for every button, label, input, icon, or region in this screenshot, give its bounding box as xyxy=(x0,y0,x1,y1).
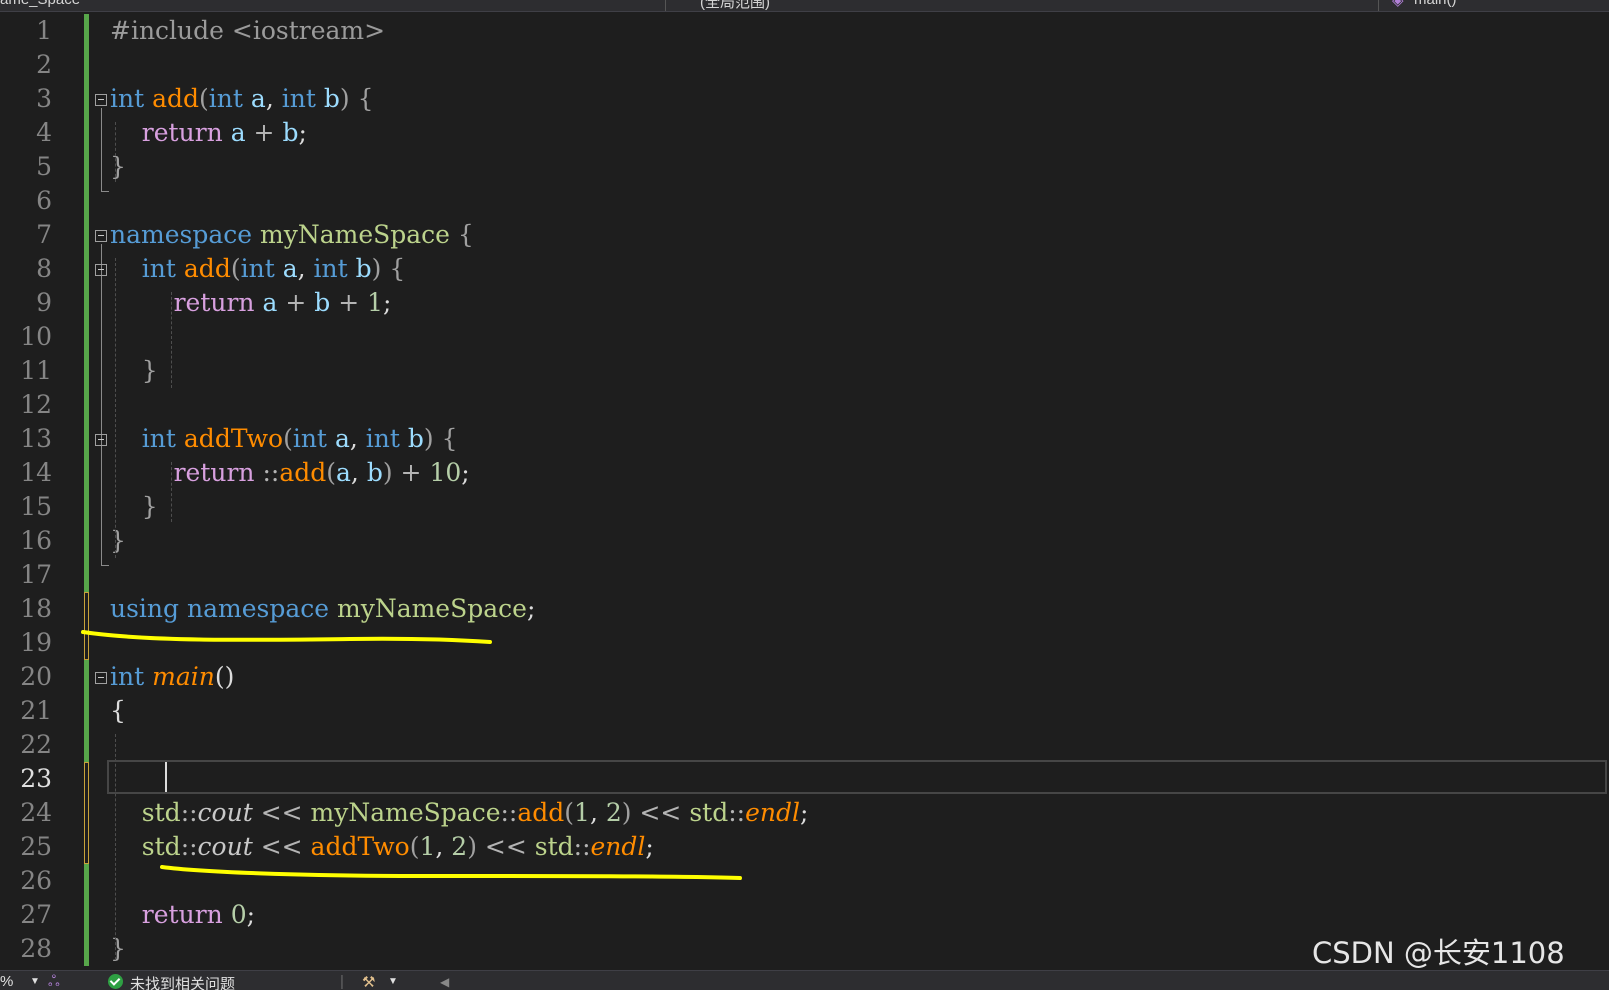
member-dropdown[interactable]: main() xyxy=(1414,0,1457,11)
copilot-icon[interactable]: ஃ xyxy=(48,973,60,990)
status-divider: | xyxy=(340,973,344,990)
chevron-down-icon[interactable]: ▼ xyxy=(388,976,398,987)
issues-status[interactable]: 未找到相关问题 xyxy=(130,973,235,990)
status-bar: % ▼ ஃ 未找到相关问题 | ⚒ ▼ ◀ xyxy=(0,970,1609,990)
method-icon: ◈ xyxy=(1392,0,1404,9)
nav-divider xyxy=(665,0,666,11)
yellow-underline-annotations xyxy=(81,630,742,880)
navigation-bar: ame_Space (全局范围) ◈ main() xyxy=(0,0,1609,12)
chevron-down-icon[interactable]: ▼ xyxy=(30,976,40,987)
check-circle-icon xyxy=(108,974,123,989)
project-dropdown[interactable]: ame_Space xyxy=(0,0,80,11)
brush-icon[interactable]: ⚒ xyxy=(362,973,375,990)
watermark: CSDN @长安1108 xyxy=(1312,936,1565,970)
zoom-level[interactable]: % xyxy=(0,973,13,990)
scope-dropdown[interactable]: (全局范围) xyxy=(700,0,770,11)
scroll-left-icon[interactable]: ◀ xyxy=(440,975,449,989)
nav-divider xyxy=(1378,0,1379,11)
code-editor[interactable]: 1 #include <iostream> 2 3 int add(int a, int… xyxy=(0,12,1609,970)
